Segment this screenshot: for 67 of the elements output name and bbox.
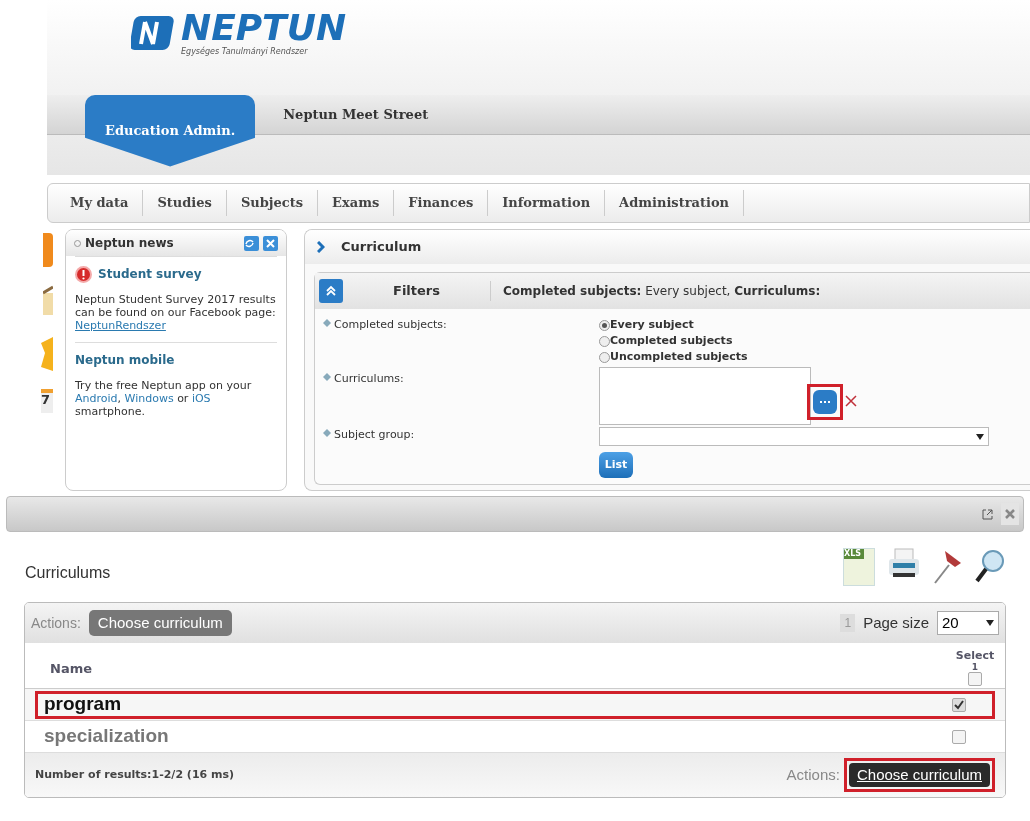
page-size-select[interactable]: 20 <box>937 611 999 635</box>
close-icon <box>1005 509 1015 519</box>
checkbox[interactable] <box>968 672 982 686</box>
news-text: Neptun Student Survey 2017 results can be found on our Facebook page: NeptunRendszer <box>75 293 277 332</box>
diamond-bullet-icon <box>323 319 331 327</box>
curriculum-list-field[interactable] <box>599 367 811 425</box>
radio-option[interactable]: Completed subjects <box>599 333 1022 349</box>
top-tab[interactable]: Neptun Meet Street <box>279 104 433 125</box>
diamond-bullet-icon <box>323 429 331 437</box>
column-header: Name <box>49 659 93 678</box>
choose-curriculum-button[interactable]: Choose curriculum <box>848 763 990 788</box>
chevron-icon <box>317 241 325 253</box>
field-label: Completed subjects: <box>334 317 447 333</box>
link[interactable]: Android <box>75 392 118 405</box>
actions-label: Actions: <box>786 764 840 785</box>
results-count: Number of results:1-2/2 (16 ms) <box>35 766 236 783</box>
news-text: Try the free Neptun app on your Android, Windows or iOS smartphone. <box>75 379 253 418</box>
radio-option[interactable]: Uncompleted subjects <box>599 349 1022 365</box>
calendar-icon: 7 <box>41 389 53 413</box>
filters-label: Filters <box>343 281 491 301</box>
menu-item[interactable]: Administration <box>605 190 745 216</box>
radio-option[interactable]: Every subject <box>599 317 1022 333</box>
list-button[interactable]: List <box>599 452 633 478</box>
diamond-bullet-icon <box>323 373 331 381</box>
clear-icon[interactable] <box>845 395 857 407</box>
choose-curriculum-button[interactable]: Choose curriculum <box>88 610 232 636</box>
double-chevron-icon <box>326 285 336 297</box>
close-button[interactable] <box>1001 503 1019 525</box>
menu-item[interactable]: Finances <box>394 190 489 216</box>
logo-wordmark: NEPTUN <box>181 10 347 46</box>
field-label: Curriculums: <box>334 371 404 387</box>
dropdown-arrow-icon <box>976 433 984 440</box>
page-size-label: Page size <box>863 612 929 633</box>
collapse-button[interactable] <box>319 279 343 303</box>
ellipsis-icon <box>820 400 830 404</box>
panel-title: Curriculum <box>341 238 422 257</box>
field-label: Subject group: <box>334 427 415 443</box>
link[interactable]: NeptunRendszer <box>75 319 166 332</box>
curriculum-name: program <box>43 692 122 717</box>
menu-item[interactable]: My data <box>56 190 144 216</box>
panel-title: Neptun news <box>85 235 175 252</box>
link[interactable]: Windows <box>124 392 174 405</box>
checkbox[interactable] <box>952 729 966 744</box>
menu-item[interactable]: Subjects <box>226 190 319 216</box>
popout-icon[interactable] <box>982 508 993 520</box>
refresh-button[interactable] <box>244 235 259 251</box>
checkbox[interactable] <box>952 697 966 712</box>
news-title: Neptun mobile <box>75 352 175 369</box>
news-title: Student survey <box>98 266 202 283</box>
logo-tagline: Egységes Tanulmányi Rendszer <box>181 46 309 58</box>
link[interactable]: iOS <box>191 392 211 405</box>
curriculum-name: specialization <box>43 724 169 749</box>
menu-item[interactable]: Exams <box>318 190 395 216</box>
excel-export-icon[interactable]: XLS <box>843 548 875 586</box>
top-tab[interactable]: Education Admin. <box>85 94 256 167</box>
dialog-title: Curriculums <box>25 563 111 583</box>
filter-summary: Completed subjects: Every subject, Curriculums: <box>502 283 821 300</box>
alert-icon <box>75 265 92 283</box>
browse-button[interactable] <box>813 390 837 414</box>
close-button[interactable] <box>263 235 278 251</box>
selected-count: 1 <box>971 662 979 672</box>
menu-item[interactable]: Studies <box>143 190 227 216</box>
actions-label: Actions: <box>31 613 81 633</box>
column-header: Select <box>955 650 995 662</box>
dropdown-arrow-icon <box>986 620 994 626</box>
menu-item[interactable]: Information <box>488 190 606 216</box>
tile-icon <box>43 233 53 267</box>
